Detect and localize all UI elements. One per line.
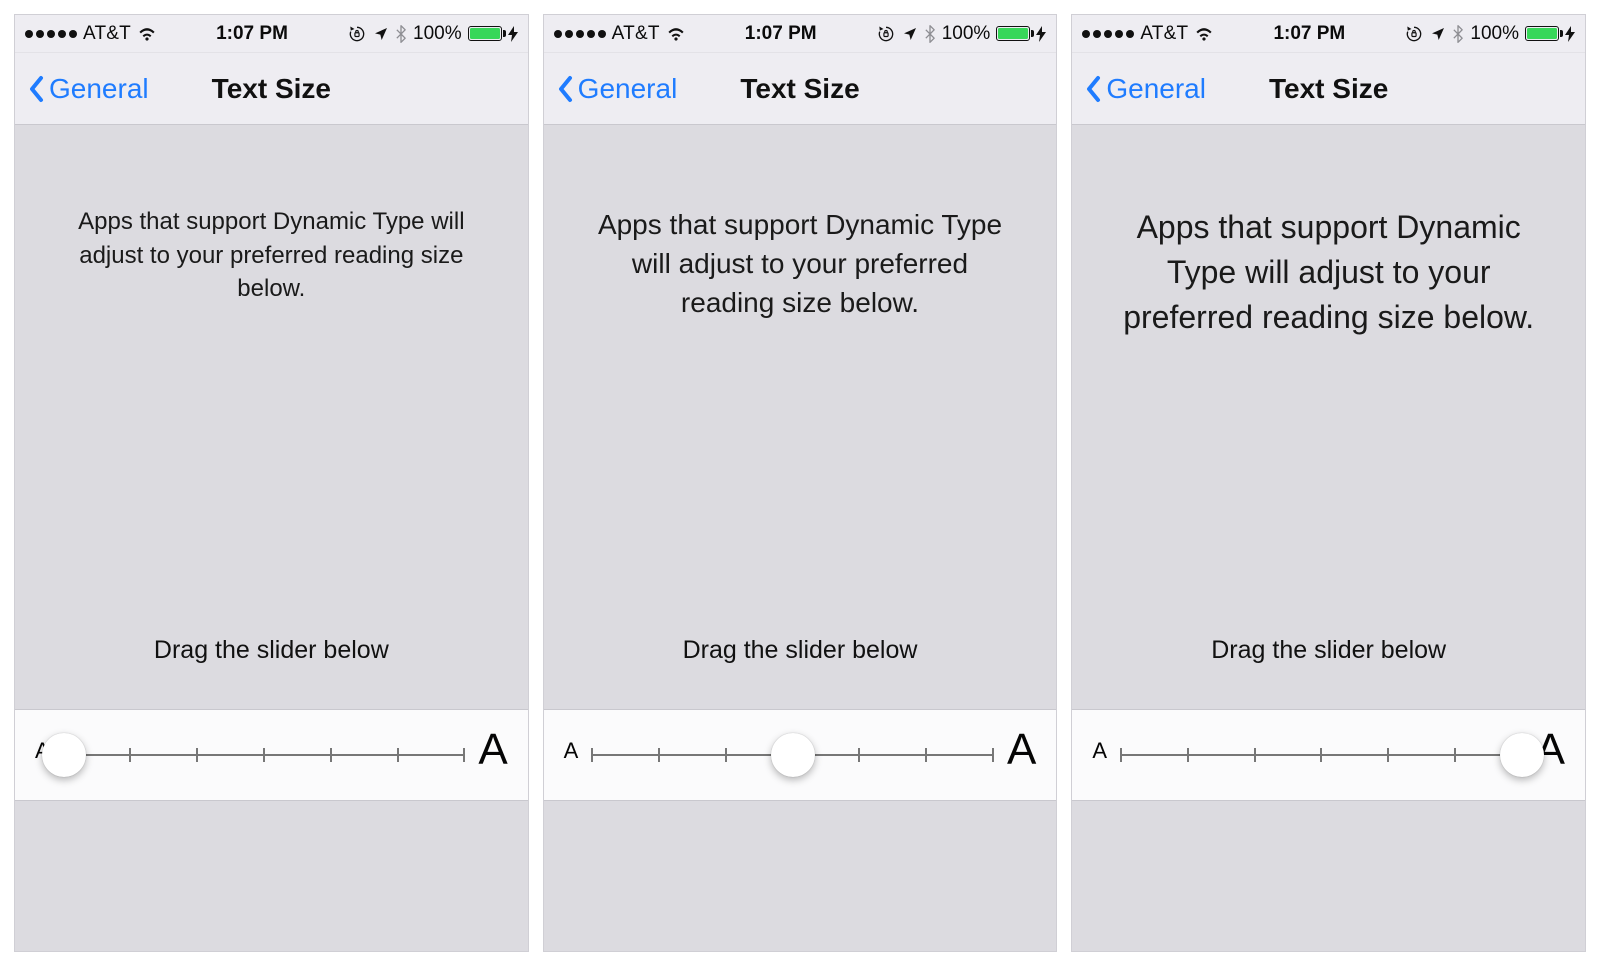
slider-max-glyph: A [1007,725,1036,775]
status-time: 1:07 PM [1273,23,1345,45]
battery-icon [1525,26,1559,41]
signal-strength-icon [554,30,606,38]
status-bar: AT&T 1:07 PM 100% [15,15,528,53]
battery-percentage: 100% [413,23,462,45]
text-size-slider[interactable] [64,730,465,780]
text-size-slider-row: AA [1072,709,1585,801]
footer-space [1072,801,1585,951]
wifi-icon [137,24,157,44]
wifi-icon [666,24,686,44]
signal-strength-icon [1082,30,1134,38]
rotation-lock-icon [876,24,896,44]
charging-bolt-icon [508,26,518,42]
back-button-label: General [49,73,149,105]
phone-screen-large: AT&T 1:07 PM 100% GeneralText SizeApps that… [1071,14,1586,952]
drag-hint-label: Drag the slider below [544,636,1057,709]
location-icon [902,26,918,42]
bluetooth-icon [1452,24,1464,44]
back-button[interactable]: General [1084,73,1206,105]
chevron-left-icon [556,74,576,104]
content-area: Apps that support Dynamic Type will adju… [1072,125,1585,951]
slider-thumb[interactable] [771,733,815,777]
signal-strength-icon [25,30,77,38]
content-area: Apps that support Dynamic Type will adju… [544,125,1057,951]
footer-space [544,801,1057,951]
back-button-label: General [578,73,678,105]
content-area: Apps that support Dynamic Type will adju… [15,125,528,951]
status-bar: AT&T 1:07 PM 100% [544,15,1057,53]
chevron-left-icon [27,74,47,104]
rotation-lock-icon [347,24,367,44]
text-size-slider-row: AA [544,709,1057,801]
wifi-icon [1194,24,1214,44]
slider-max-glyph: A [478,725,507,775]
slider-min-glyph: A [564,738,579,764]
battery-icon [996,26,1030,41]
back-button[interactable]: General [27,73,149,105]
charging-bolt-icon [1036,26,1046,42]
battery-percentage: 100% [942,23,991,45]
status-time: 1:07 PM [745,23,817,45]
rotation-lock-icon [1404,24,1424,44]
drag-hint-label: Drag the slider below [15,636,528,709]
back-button-label: General [1106,73,1206,105]
navigation-bar: GeneralText Size [15,53,528,125]
dynamic-type-description: Apps that support Dynamic Type will adju… [15,125,528,306]
text-size-slider-row: AA [15,709,528,801]
footer-space [15,801,528,951]
text-size-slider[interactable] [1121,730,1522,780]
chevron-left-icon [1084,74,1104,104]
battery-icon [468,26,502,41]
status-bar: AT&T 1:07 PM 100% [1072,15,1585,53]
slider-min-glyph: A [1092,738,1107,764]
slider-thumb[interactable] [1500,733,1544,777]
battery-percentage: 100% [1470,23,1519,45]
carrier-label: AT&T [612,23,660,45]
location-icon [373,26,389,42]
dynamic-type-description: Apps that support Dynamic Type will adju… [1072,125,1585,339]
carrier-label: AT&T [83,23,131,45]
charging-bolt-icon [1565,26,1575,42]
status-time: 1:07 PM [216,23,288,45]
location-icon [1430,26,1446,42]
phone-screen-small: AT&T 1:07 PM 100% GeneralText SizeApps that… [14,14,529,952]
navigation-bar: GeneralText Size [544,53,1057,125]
carrier-label: AT&T [1140,23,1188,45]
slider-thumb[interactable] [42,733,86,777]
drag-hint-label: Drag the slider below [1072,636,1585,709]
navigation-bar: GeneralText Size [1072,53,1585,125]
back-button[interactable]: General [556,73,678,105]
bluetooth-icon [924,24,936,44]
dynamic-type-description: Apps that support Dynamic Type will adju… [544,125,1057,323]
text-size-slider[interactable] [592,730,993,780]
bluetooth-icon [395,24,407,44]
phone-screen-medium: AT&T 1:07 PM 100% GeneralText SizeApps that… [543,14,1058,952]
